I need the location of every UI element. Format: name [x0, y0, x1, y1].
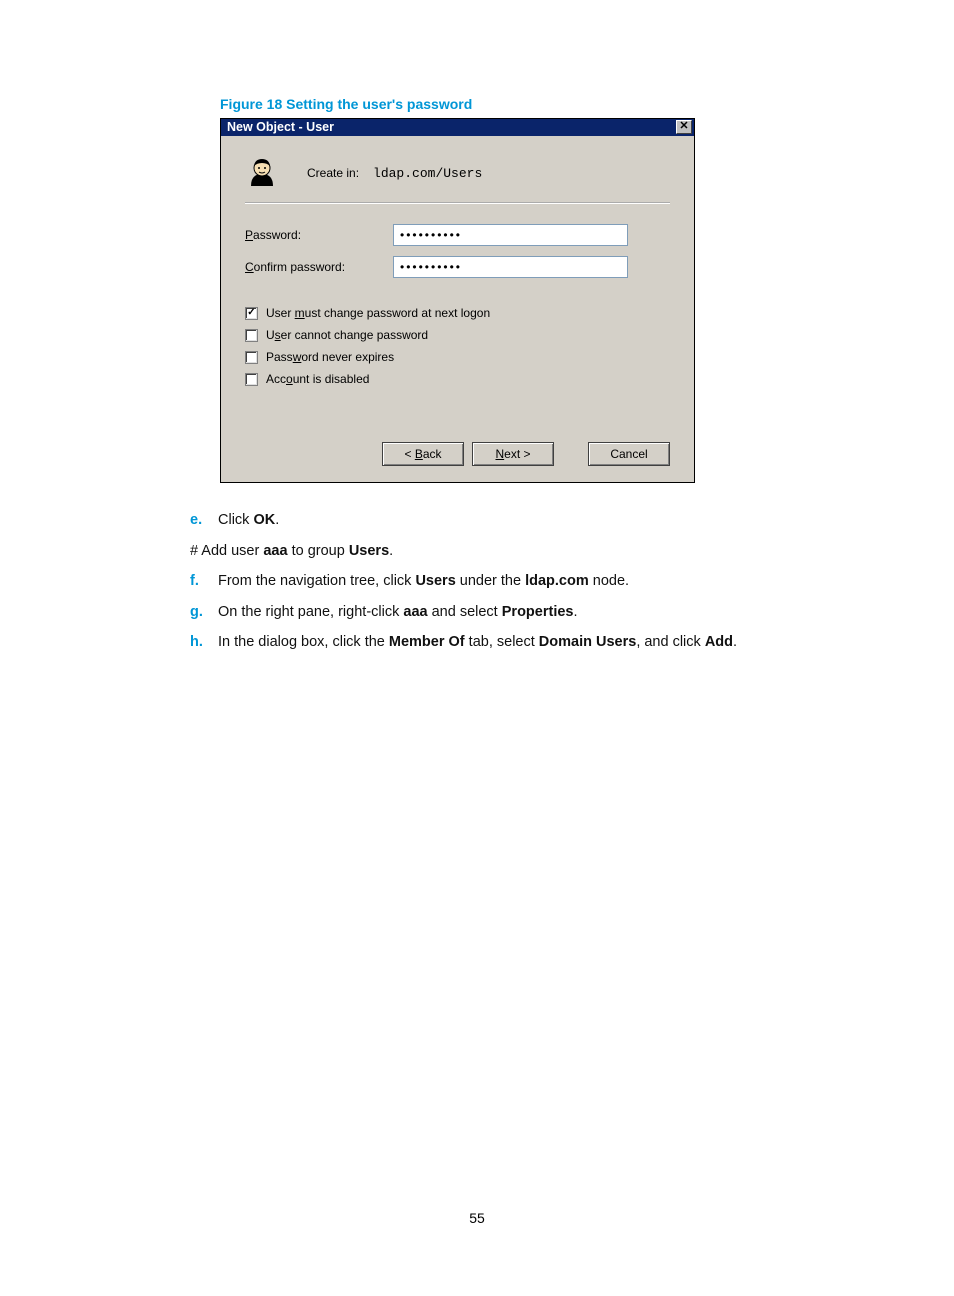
create-in-path: ldap.com/Users — [373, 166, 482, 181]
checkbox-disabled-label: Account is disabled — [266, 372, 369, 386]
figure-caption: Figure 18 Setting the user's password — [220, 96, 844, 112]
instructions: e. Click OK. # Add user aaa to group Use… — [190, 507, 844, 657]
step-f-text: From the navigation tree, click Users un… — [218, 568, 629, 596]
step-g-text: On the right pane, right-click aaa and s… — [218, 599, 578, 627]
checkbox-cannot-change[interactable] — [245, 329, 258, 342]
create-in-row: Create in: ldap.com/Users — [245, 148, 670, 204]
note-add-user: # Add user aaa to group Users. — [190, 543, 393, 559]
step-marker-f: f. — [190, 568, 218, 596]
checkbox-never-expires[interactable] — [245, 351, 258, 364]
user-head-icon — [245, 156, 279, 190]
back-button[interactable]: < Back — [382, 442, 464, 466]
checkbox-cannot-change-label: User cannot change password — [266, 328, 428, 342]
cancel-button[interactable]: Cancel — [588, 442, 670, 466]
step-h-text: In the dialog box, click the Member Of t… — [218, 629, 737, 657]
checkbox-disabled[interactable] — [245, 373, 258, 386]
create-in-label: Create in: — [307, 166, 359, 180]
password-field[interactable] — [393, 224, 628, 246]
password-label: Password: — [245, 228, 393, 242]
confirm-password-field[interactable] — [393, 256, 628, 278]
page-number: 55 — [0, 1210, 954, 1226]
confirm-password-label: Confirm password: — [245, 260, 393, 274]
dialog-new-object-user: New Object - User ✕ Create in: ldap.com/… — [220, 118, 695, 483]
checkbox-must-change[interactable] — [245, 307, 258, 320]
step-marker-e: e. — [190, 507, 218, 535]
next-button[interactable]: Next > — [472, 442, 554, 466]
step-marker-h: h. — [190, 629, 218, 657]
dialog-titlebar: New Object - User ✕ — [221, 119, 694, 136]
dialog-title: New Object - User — [227, 120, 334, 134]
step-marker-g: g. — [190, 599, 218, 627]
checkbox-must-change-label: User must change password at next logon — [266, 306, 490, 320]
checkbox-never-expires-label: Password never expires — [266, 350, 394, 364]
step-e-text: Click OK. — [218, 507, 279, 535]
close-icon[interactable]: ✕ — [676, 120, 692, 134]
